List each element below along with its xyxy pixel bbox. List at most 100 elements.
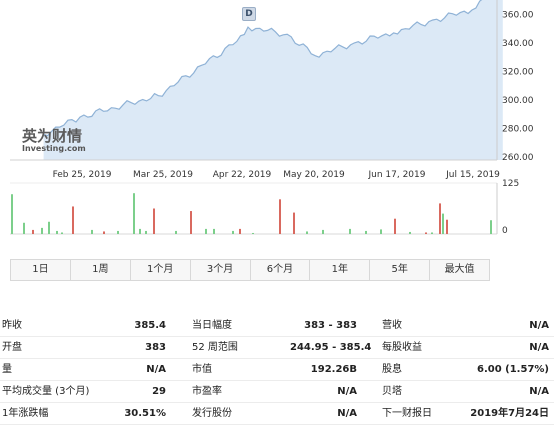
volume-bar [133, 193, 135, 234]
volume-bar [91, 229, 93, 234]
volume-bar [48, 221, 50, 234]
stat-label: 开盘 [2, 342, 22, 353]
watermark-cn: 英为财情 [22, 127, 83, 145]
volume-bar [409, 231, 411, 234]
volume-bar [32, 229, 34, 234]
volume-bar [103, 231, 105, 234]
volume-bar [431, 232, 433, 234]
range-button-3m[interactable]: 3个月 [191, 260, 251, 280]
volume-bar [425, 232, 427, 234]
price-chart-svg: 360.00 340.00 320.00 300.00 280.00 260.00 Feb… [10, 0, 534, 236]
x-axis-dates: Feb 25, 2019 Mar 25, 2019 Apr 22, 2019 May … [53, 170, 501, 180]
stat-label: 发行股份 [192, 408, 232, 419]
stat-value: N/A [337, 408, 357, 419]
y-tick-label: 320.00 [502, 67, 534, 77]
volume-bar [139, 228, 141, 234]
stat-label: 52 周范围 [192, 342, 238, 353]
range-button-1m[interactable]: 1个月 [131, 260, 191, 280]
dividend-marker[interactable]: D [242, 7, 256, 21]
volume-bar [306, 231, 308, 234]
stat-label: 每股收益 [382, 342, 422, 353]
stat-value: 29 [152, 386, 166, 397]
stat-value: 385.4 [134, 320, 166, 331]
range-button-1y[interactable]: 1年 [310, 260, 371, 280]
volume-bar [279, 199, 281, 234]
x-date-label: Mar 25, 2019 [133, 170, 193, 180]
volume-bar [322, 229, 324, 234]
watermark-en: Investing.com [22, 144, 86, 153]
x-date-label: May 20, 2019 [283, 170, 345, 180]
volume-bar [490, 220, 492, 234]
stats-row: 平均成交量 (3个月) 29 市盈率 N/A 贝塔 N/A [0, 381, 554, 403]
stat-label: 股息 [382, 364, 402, 375]
stat-value: N/A [529, 320, 549, 331]
volume-tick-label: 125 [502, 179, 519, 189]
volume-bar [252, 232, 254, 234]
stats-row: 昨收 385.4 当日幅度 383 - 383 营收 N/A [0, 315, 554, 337]
stat-value: 2019年7月24日 [470, 408, 549, 419]
y-axis-ticks: 360.00 340.00 320.00 300.00 280.00 260.00 [502, 10, 534, 163]
x-date-label: Jun 17, 2019 [367, 170, 425, 180]
y-tick-label: 340.00 [502, 39, 534, 49]
stat-value: 383 [145, 342, 166, 353]
y-tick-label: 300.00 [502, 96, 534, 106]
x-date-label: Feb 25, 2019 [53, 170, 112, 180]
volume-bar [446, 219, 448, 234]
volume-bar [153, 208, 155, 234]
x-date-label: Jul 15, 2019 [445, 170, 500, 180]
range-button-5y[interactable]: 5年 [370, 260, 431, 280]
stat-value: N/A [146, 364, 166, 375]
stat-value: N/A [529, 342, 549, 353]
volume-bar [145, 230, 147, 234]
volume-bar [11, 194, 13, 234]
volume-bar [239, 228, 241, 234]
volume-bar [41, 227, 43, 234]
volume-bar [365, 230, 367, 234]
stat-value: 244.95 - 385.4 [290, 342, 372, 353]
y-tick-label: 260.00 [502, 153, 534, 163]
volume-bar [175, 230, 177, 234]
volume-axis-ticks: 125 0 [502, 179, 519, 236]
y-tick-label: 360.00 [502, 10, 534, 20]
volume-tick-label: 0 [502, 226, 508, 236]
stat-label: 量 [2, 364, 12, 375]
volume-bar [205, 228, 207, 234]
stat-label: 当日幅度 [192, 320, 232, 331]
volume-bar [232, 230, 234, 234]
volume-bar [23, 222, 25, 234]
x-date-label: Apr 22, 2019 [213, 170, 272, 180]
volume-bar [439, 203, 441, 234]
volume-bar [380, 229, 382, 234]
stat-label: 昨收 [2, 320, 22, 331]
stat-label: 市盈率 [192, 386, 222, 397]
stock-stats-table: 昨收 385.4 当日幅度 383 - 383 营收 N/A 开盘 383 52… [0, 315, 554, 425]
volume-bar [442, 213, 444, 234]
stat-label: 1年涨跌幅 [2, 408, 49, 419]
range-button-6m[interactable]: 6个月 [251, 260, 311, 280]
range-button-1d[interactable]: 1日 [11, 260, 71, 280]
volume-bar [293, 212, 295, 234]
stock-chart[interactable]: 360.00 340.00 320.00 300.00 280.00 260.00 Feb… [0, 0, 554, 246]
stat-label: 营收 [382, 320, 402, 331]
stat-value: 30.51% [124, 408, 166, 419]
stat-label: 下一财报日 [382, 408, 432, 419]
stat-value: 6.00 (1.57%) [477, 364, 549, 375]
volume-bars [11, 193, 492, 234]
volume-bar [394, 218, 396, 234]
stat-value: N/A [529, 386, 549, 397]
stat-value: N/A [337, 386, 357, 397]
investing-watermark: 英为财情 Investing.com [22, 128, 132, 158]
stat-label: 市值 [192, 364, 212, 375]
range-button-max[interactable]: 最大值 [430, 260, 489, 280]
stats-row: 1年涨跌幅 30.51% 发行股份 N/A 下一财报日 2019年7月24日 [0, 403, 554, 425]
stat-label: 平均成交量 (3个月) [2, 386, 90, 397]
volume-bar [117, 230, 119, 234]
y-tick-label: 280.00 [502, 125, 534, 135]
volume-bar [72, 206, 74, 234]
stat-value: 383 - 383 [304, 320, 357, 331]
range-button-1w[interactable]: 1周 [71, 260, 131, 280]
stat-label: 贝塔 [382, 386, 402, 397]
stats-row: 量 N/A 市值 192.26B 股息 6.00 (1.57%) [0, 359, 554, 381]
volume-bar [61, 232, 63, 234]
stat-value: 192.26B [310, 364, 357, 375]
